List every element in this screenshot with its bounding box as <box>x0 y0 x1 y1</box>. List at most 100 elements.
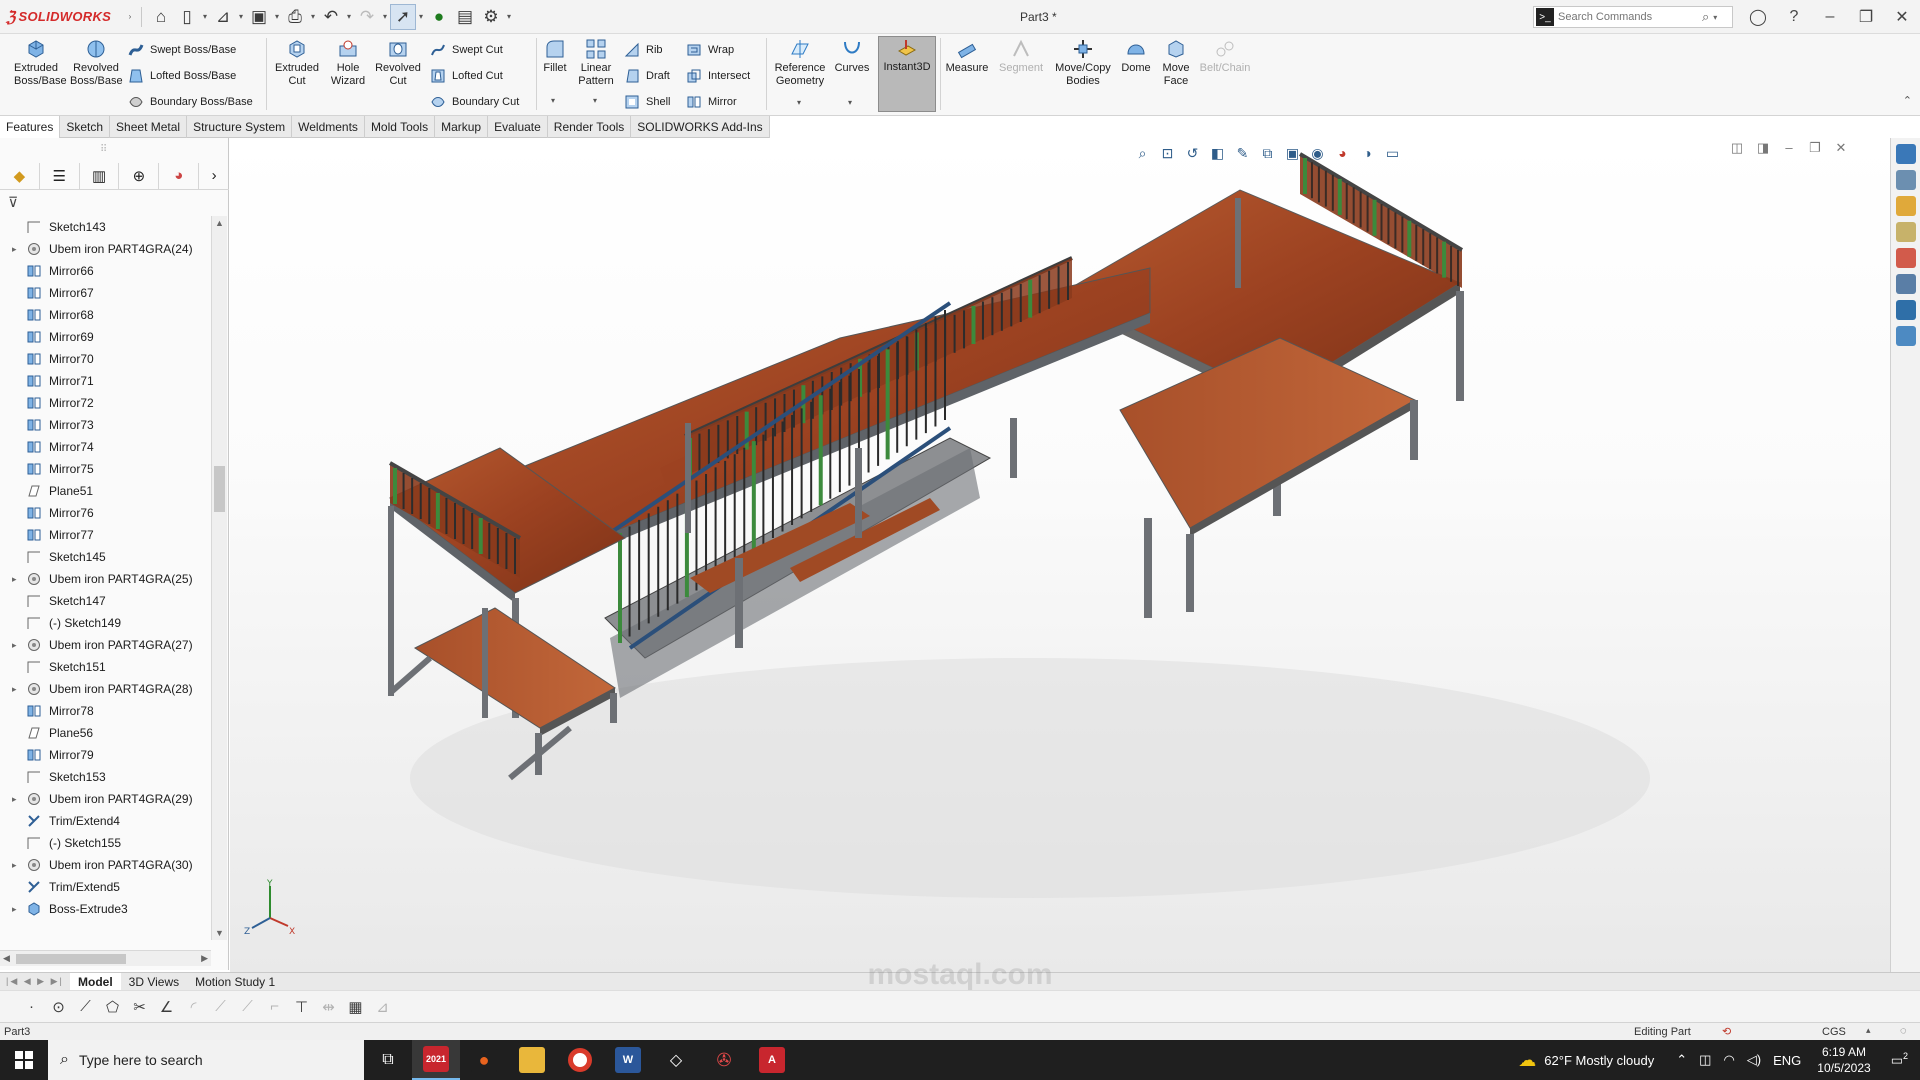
pattern-dropdown-icon[interactable]: ▾ <box>593 96 597 105</box>
dome-button[interactable]: Dome <box>1118 38 1154 75</box>
tree-node[interactable]: Mirror67 <box>0 282 210 304</box>
search-dropdown-icon[interactable]: ▾ <box>1713 13 1717 22</box>
display-manager-tab-icon[interactable]: ◕ <box>159 162 200 189</box>
start-button[interactable] <box>0 1040 48 1080</box>
draft-button[interactable]: Draft <box>624 66 670 86</box>
show-hidden-icons-icon[interactable]: ⌃ <box>1676 1052 1687 1068</box>
tree-node[interactable]: Mirror71 <box>0 370 210 392</box>
search-commands-input[interactable] <box>1558 11 1698 23</box>
move-entities-icon[interactable]: ⇹ <box>315 998 342 1016</box>
tree-node[interactable]: Mirror80 <box>0 920 210 922</box>
volume-icon[interactable]: ◁) <box>1747 1052 1761 1068</box>
minimize-button[interactable]: – <box>1812 8 1848 26</box>
construction-icon[interactable]: ⌐ <box>261 998 288 1015</box>
reference-geometry-button[interactable]: Reference Geometry <box>770 38 830 88</box>
help-tooltip-icon[interactable]: ◌ <box>1900 1025 1907 1037</box>
tree-node[interactable]: Mirror66 <box>0 260 210 282</box>
print-icon[interactable]: ⎙ <box>282 4 308 30</box>
redo-icon[interactable]: ↷ <box>354 4 380 30</box>
print-dropdown-icon[interactable]: ▾ <box>308 12 318 21</box>
instant3d-button[interactable]: Instant3D <box>878 36 936 112</box>
new-document-icon[interactable]: ▯ <box>174 4 200 30</box>
feature-manager-tab-icon[interactable]: ◆ <box>0 162 40 189</box>
3dexperience-icon[interactable] <box>1895 326 1916 346</box>
tree-node[interactable]: Trim/Extend4 <box>0 810 210 832</box>
custom-properties-icon[interactable] <box>1895 274 1916 294</box>
grid-icon[interactable]: ▦ <box>342 998 369 1016</box>
options-dropdown-icon[interactable]: ▾ <box>504 12 514 21</box>
tab-nav-arrows-icon[interactable]: |◀ ◀ ▶ ▶| <box>0 976 70 987</box>
tree-node[interactable]: Mirror73 <box>0 414 210 436</box>
rebuild-icon[interactable]: ⟲ <box>1722 1025 1731 1038</box>
tab-render-tools[interactable]: Render Tools <box>548 116 632 138</box>
convert-entities-icon[interactable]: ⟋ <box>234 998 261 1015</box>
scroll-up-icon[interactable]: ▲ <box>215 218 224 228</box>
segment-button[interactable]: Segment <box>996 38 1046 75</box>
tab-structure-system[interactable]: Structure System <box>187 116 293 138</box>
panel-grip-icon[interactable]: ⠿ <box>100 144 107 155</box>
tree-node[interactable]: Plane56 <box>0 722 210 744</box>
tree-node[interactable]: Sketch153 <box>0 766 210 788</box>
taskbar-autocad[interactable]: A <box>748 1040 796 1080</box>
tree-node[interactable]: ▸ Ubem iron PART4GRA(27) <box>0 634 210 656</box>
scroll-right-icon[interactable]: ▶ <box>201 953 208 964</box>
tab-3d-views[interactable]: 3D Views <box>121 973 187 991</box>
open-dropdown-icon[interactable]: ▾ <box>236 12 246 21</box>
wifi-icon[interactable]: ◠ <box>1723 1052 1734 1068</box>
appearances-scenes-icon[interactable] <box>1895 248 1916 268</box>
tab-markup[interactable]: Markup <box>435 116 489 138</box>
tree-node[interactable]: Sketch145 <box>0 546 210 568</box>
tab-weldments[interactable]: Weldments <box>292 116 365 138</box>
ref-geom-dropdown-icon[interactable]: ▾ <box>797 98 801 107</box>
expand-arrow-icon[interactable]: ▸ <box>12 574 24 585</box>
close-button[interactable]: ✕ <box>1884 7 1920 27</box>
curves-button[interactable]: Curves <box>832 38 872 75</box>
filter-icon[interactable]: ⊽ <box>8 194 24 210</box>
trim-icon[interactable]: ✂ <box>126 998 153 1016</box>
fillet-dropdown-icon[interactable]: ▾ <box>551 96 555 105</box>
boundary-boss-base-button[interactable]: Boundary Boss/Base <box>128 92 253 112</box>
user-account-icon[interactable]: ◯ <box>1740 7 1776 27</box>
tree-node[interactable]: Sketch151 <box>0 656 210 678</box>
circle-icon[interactable]: ⊙ <box>45 998 72 1016</box>
taskbar-file-explorer[interactable] <box>508 1040 556 1080</box>
extruded-cut-button[interactable]: Extruded Cut <box>270 38 324 88</box>
tab-model[interactable]: Model <box>70 972 121 991</box>
tree-horizontal-scrollbar[interactable]: ◀ ▶ <box>0 950 211 966</box>
tree-node[interactable]: Mirror70 <box>0 348 210 370</box>
taskbar-app-generic[interactable]: ◇ <box>652 1040 700 1080</box>
expand-arrow-icon[interactable]: ▸ <box>12 640 24 651</box>
solidworks-logo[interactable]: ℨ SOLIDWORKS <box>0 8 125 26</box>
select-cursor-icon[interactable]: ➚ <box>390 3 416 30</box>
taskbar-search-box[interactable]: ⌕ Type here to search <box>48 1040 364 1080</box>
polygon-icon[interactable]: ⬠ <box>99 998 126 1016</box>
tree-node[interactable]: ▸ Ubem iron PART4GRA(30) <box>0 854 210 876</box>
select-dropdown-icon[interactable]: ▾ <box>416 12 426 21</box>
search-icon[interactable]: ⌕ <box>1702 9 1709 25</box>
tree-node[interactable]: Mirror72 <box>0 392 210 414</box>
task-view-button[interactable]: ⧉ <box>364 1040 412 1080</box>
save-dropdown-icon[interactable]: ▾ <box>272 12 282 21</box>
tree-node[interactable]: ▸ Ubem iron PART4GRA(28) <box>0 678 210 700</box>
offset-icon[interactable]: ⟋ <box>207 998 234 1015</box>
scroll-down-icon[interactable]: ▼ <box>215 928 224 938</box>
solidworks-resources-icon[interactable] <box>1895 144 1916 164</box>
intersect-button[interactable]: Intersect <box>686 66 750 86</box>
clock[interactable]: 6:19 AM 10/5/2023 <box>1817 1044 1870 1076</box>
swept-cut-button[interactable]: Swept Cut <box>430 40 503 60</box>
move-copy-bodies-button[interactable]: Move/Copy Bodies <box>1050 38 1116 88</box>
options-gear-icon[interactable]: ⚙ <box>478 4 504 30</box>
tree-node[interactable]: Mirror68 <box>0 304 210 326</box>
expand-arrow-icon[interactable]: ▸ <box>12 794 24 805</box>
tree-vertical-scrollbar[interactable]: ▲ ▼ <box>211 216 227 940</box>
file-explorer-icon[interactable] <box>1895 196 1916 216</box>
tab-evaluate[interactable]: Evaluate <box>488 116 548 138</box>
measure-button[interactable]: Measure <box>942 38 992 75</box>
weather-widget[interactable]: ☁ 62°F Mostly cloudy <box>1518 1050 1654 1071</box>
taskbar-app-drop[interactable]: ● <box>460 1040 508 1080</box>
tree-node[interactable]: Plane51 <box>0 480 210 502</box>
tree-node[interactable]: Mirror75 <box>0 458 210 480</box>
point-icon[interactable]: · <box>18 998 45 1015</box>
collapse-ribbon-icon[interactable]: ⌃ <box>1903 94 1912 107</box>
expand-arrow-icon[interactable]: ▸ <box>12 904 24 915</box>
